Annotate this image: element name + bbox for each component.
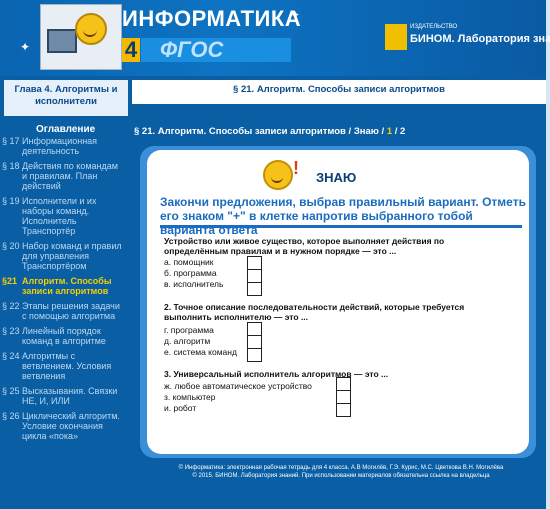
breadcrumb-text: § 21. Алгоритм. Способы записи алгоритмо… <box>134 126 385 137</box>
toc-item-26[interactable]: § 26 Циклический алгоритм. Условие оконча… <box>2 411 126 441</box>
know-heading: ЗНАЮ <box>316 170 357 185</box>
sparkle-icon: ✦ <box>20 40 31 54</box>
toc-item-17[interactable]: § 17 Информационная деятельность <box>2 136 126 156</box>
footer-copyright-2: © 2015. БИНОМ. Лаборатория знаний. При и… <box>192 473 490 479</box>
publisher-small-label: ИЗДАТЕЛЬСТВО <box>410 24 458 30</box>
footer-copyright-1: © Информатика: электронная рабочая тетра… <box>178 465 504 471</box>
option-zh-label: ж. любое автоматическое устройство <box>164 381 312 391</box>
answer-box-g[interactable] <box>247 322 262 336</box>
toc-item-25[interactable]: § 25 Высказывания. Связки НЕ, И, ИЛИ <box>2 386 126 406</box>
option-d-label: д. алгоритм <box>164 336 211 346</box>
toc-title: Оглавление <box>36 124 96 135</box>
toc-item-23[interactable]: § 23 Линейный порядок команд в алгоритме <box>2 326 126 346</box>
publisher-logo-icon <box>385 24 407 50</box>
page-link-1[interactable]: 1 <box>387 126 392 137</box>
toc-item-18[interactable]: § 18 Действия по командам и правилам. Пла… <box>2 161 126 191</box>
option-e-label: е. система команд <box>164 347 237 357</box>
toc-item-22[interactable]: § 22 Этапы решения задачи с помощью алгор… <box>2 301 126 321</box>
toc-item-20[interactable]: § 20 Набор команд и правил для управления… <box>2 241 126 271</box>
answer-box-v[interactable] <box>247 282 262 296</box>
task-underline <box>160 225 522 228</box>
task-instructions: Закончи предложения, выбрав правильный в… <box>160 195 526 237</box>
grade-badge: 4 <box>122 38 140 62</box>
sidebar: Глава 4. Алгоритмы и исполнители Оглавле… <box>0 80 128 509</box>
toc-list: § 17 Информационная деятельность § 18 Дейс… <box>2 136 126 446</box>
option-g-label: г. программа <box>164 325 214 335</box>
question-1-text: Устройство или живое существо, которое в… <box>164 236 445 256</box>
smiley-icon <box>75 13 107 45</box>
computer-icon <box>47 29 77 53</box>
option-v-label: в. исполнитель <box>164 279 224 289</box>
smiley-icon <box>263 160 293 190</box>
app-title: ИНФОРМАТИКА <box>122 6 302 31</box>
answer-box-a[interactable] <box>247 256 262 270</box>
answer-box-z[interactable] <box>336 390 351 404</box>
toc-item-19[interactable]: § 19 Исполнители и их наборы команд. Испо… <box>2 196 126 236</box>
toc-item-24[interactable]: § 24 Алгоритмы с ветвлением. Условия ветв… <box>2 351 126 381</box>
section-title-bar: § 21. Алгоритм. Способы записи алгоритмо… <box>132 80 546 104</box>
question-2-text: 2. Точное описание последовательности де… <box>164 302 465 322</box>
header-logo <box>40 4 122 70</box>
answer-box-b[interactable] <box>247 269 262 283</box>
exclamation-icon: ! <box>293 158 299 178</box>
option-b-label: б. программа <box>164 268 217 278</box>
option-a-label: а. помощник <box>164 257 214 267</box>
page-link-2[interactable]: 2 <box>400 126 405 137</box>
page-separator: / <box>394 126 398 137</box>
footer: © Информатика: электронная рабочая тетра… <box>136 464 546 480</box>
chapter-title-box: Глава 4. Алгоритмы и исполнители <box>4 80 128 116</box>
header: ✦ ✦ ИНФОРМАТИКА 4 ФГОС ИЗДАТЕЛЬСТВО БИНО… <box>0 0 550 76</box>
chapter-title: Глава 4. Алгоритмы и исполнители <box>14 84 118 107</box>
section-title: § 21. Алгоритм. Способы записи алгоритмо… <box>233 84 445 95</box>
answer-box-zh[interactable] <box>336 377 351 391</box>
divider <box>132 104 546 112</box>
option-z-label: з. компьютер <box>164 392 216 402</box>
answer-box-d[interactable] <box>247 335 262 349</box>
option-i-label: и. робот <box>164 403 197 413</box>
toc-item-21[interactable]: §21 Алгоритм. Способы записи алгоритмов <box>2 276 126 296</box>
question-3-text: 3. Универсальный исполнитель алгоритмов … <box>164 369 389 379</box>
fgos-label: ФГОС <box>160 37 224 62</box>
breadcrumb: § 21. Алгоритм. Способы записи алгоритмо… <box>134 126 405 137</box>
answer-box-e[interactable] <box>247 348 262 362</box>
answer-box-i[interactable] <box>336 403 351 417</box>
publisher-name: БИНОМ. Лаборатория знаний <box>410 33 550 45</box>
